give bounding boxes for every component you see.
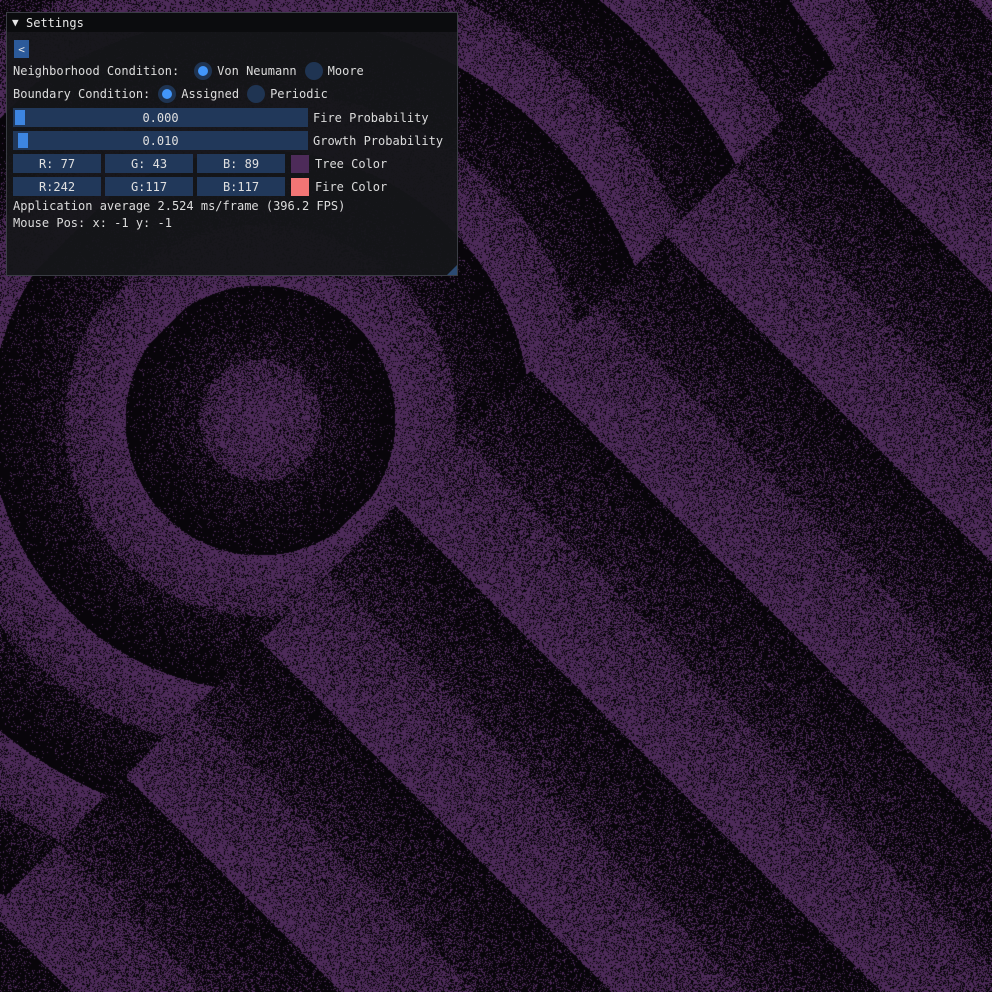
radio-moore[interactable] bbox=[304, 62, 323, 80]
fire-color-row: R:242 G:117 B:117 Fire Color bbox=[13, 177, 387, 196]
tree-color-r-field[interactable]: R: 77 bbox=[13, 154, 101, 173]
fire-probability-label: Fire Probability bbox=[313, 110, 429, 125]
tree-color-row: R: 77 G: 43 B: 89 Tree Color bbox=[13, 154, 387, 173]
growth-probability-value: 0.010 bbox=[142, 133, 179, 148]
settings-window[interactable]: ▼ Settings < Neighborhood Condition: Von… bbox=[6, 12, 458, 276]
boundary-label: Boundary Condition: bbox=[13, 87, 151, 101]
radio-von-neumann[interactable] bbox=[194, 62, 213, 80]
collapse-triangle-icon[interactable]: ▼ bbox=[12, 16, 26, 29]
radio-assigned-label[interactable]: Assigned bbox=[181, 87, 239, 101]
boundary-row: Boundary Condition: Assigned Periodic bbox=[13, 85, 328, 103]
neighborhood-row: Neighborhood Condition: Von Neumann Moor… bbox=[13, 62, 364, 80]
tree-color-label: Tree Color bbox=[315, 156, 388, 171]
back-button[interactable]: < bbox=[14, 40, 29, 58]
fire-probability-slider[interactable]: 0.000 bbox=[13, 108, 308, 127]
fire-color-r-field[interactable]: R:242 bbox=[13, 177, 101, 196]
growth-probability-row: 0.010 Growth Probability bbox=[13, 131, 443, 150]
window-title: Settings bbox=[26, 15, 84, 30]
fire-color-g-field[interactable]: G:117 bbox=[105, 177, 193, 196]
fire-color-b-field[interactable]: B:117 bbox=[197, 177, 285, 196]
mouse-pos-text: Mouse Pos: x: -1 y: -1 bbox=[13, 216, 172, 230]
fire-probability-row: 0.000 Fire Probability bbox=[13, 108, 429, 127]
radio-von-neumann-label[interactable]: Von Neumann bbox=[217, 64, 296, 78]
settings-titlebar[interactable]: ▼ Settings bbox=[7, 13, 457, 32]
radio-periodic-label[interactable]: Periodic bbox=[270, 87, 328, 101]
tree-color-b-field[interactable]: B: 89 bbox=[197, 154, 285, 173]
radio-assigned[interactable] bbox=[158, 85, 177, 103]
slider-grab[interactable] bbox=[18, 133, 28, 148]
radio-periodic[interactable] bbox=[247, 85, 266, 103]
tree-color-swatch[interactable] bbox=[291, 154, 309, 173]
fire-color-label: Fire Color bbox=[315, 179, 388, 194]
fire-probability-value: 0.000 bbox=[142, 110, 179, 125]
slider-grab[interactable] bbox=[15, 110, 25, 125]
resize-grip[interactable] bbox=[447, 265, 457, 275]
neighborhood-label: Neighborhood Condition: bbox=[13, 64, 180, 78]
radio-moore-label[interactable]: Moore bbox=[328, 64, 364, 78]
growth-probability-label: Growth Probability bbox=[313, 133, 444, 148]
growth-probability-slider[interactable]: 0.010 bbox=[13, 131, 308, 150]
tree-color-g-field[interactable]: G: 43 bbox=[105, 154, 193, 173]
fire-color-swatch[interactable] bbox=[291, 177, 309, 196]
framerate-text: Application average 2.524 ms/frame (396.… bbox=[13, 199, 346, 213]
